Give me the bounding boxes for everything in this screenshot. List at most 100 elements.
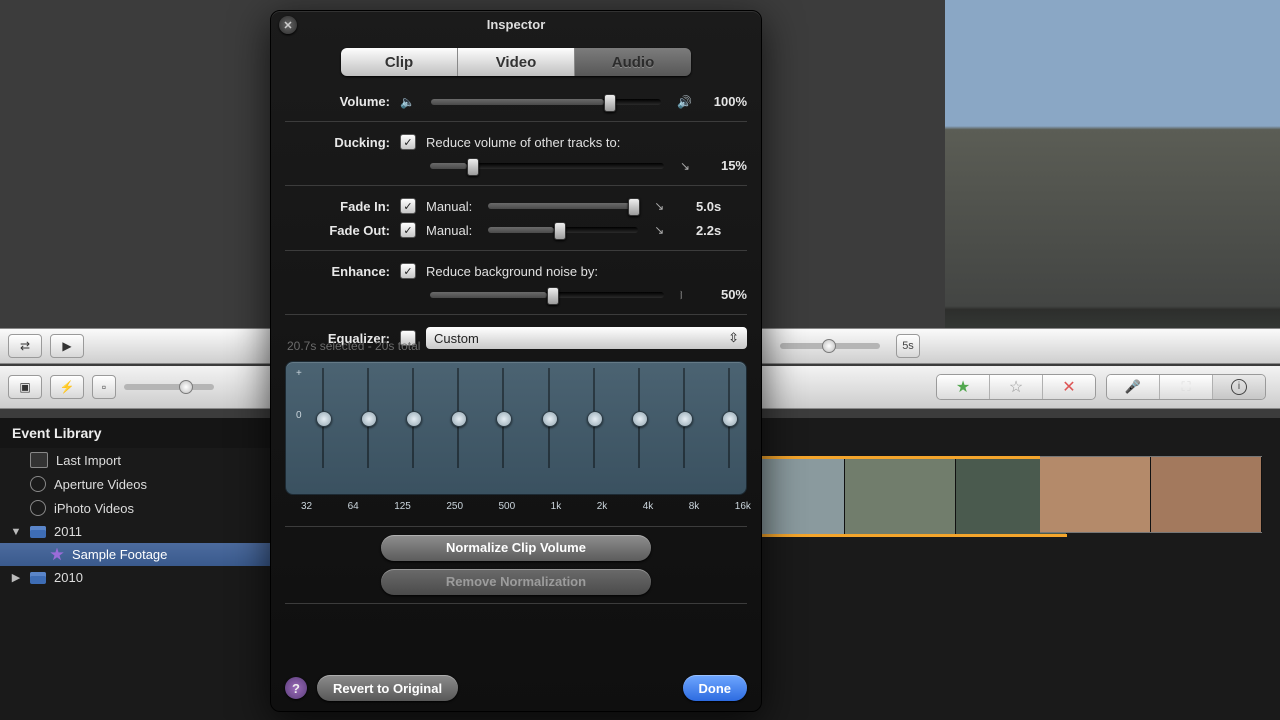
- event-library-sidebar: Event Library Last Import Aperture Video…: [0, 418, 270, 720]
- enhance-slider[interactable]: [430, 292, 664, 298]
- fadeout-slider[interactable]: [488, 227, 638, 233]
- normalize-button[interactable]: Normalize Clip Volume: [381, 535, 651, 561]
- speaker-high-icon: 🔊: [677, 95, 692, 109]
- favorite-button[interactable]: ★: [937, 375, 990, 399]
- fadeout-value: 2.2s: [676, 223, 721, 238]
- clip-thumb[interactable]: [845, 459, 956, 534]
- divider: [285, 121, 747, 122]
- ducking-value: 15%: [702, 158, 747, 173]
- sidebar-item-iphoto[interactable]: iPhoto Videos: [0, 496, 270, 520]
- eq-band-4k[interactable]: [632, 368, 646, 468]
- sidebar-item-2011[interactable]: ▼2011: [0, 520, 270, 543]
- inspector-title: ✕ Inspector: [271, 11, 761, 38]
- play-button[interactable]: ▶: [50, 334, 84, 358]
- eq-band-64[interactable]: [361, 368, 375, 468]
- help-button[interactable]: ?: [285, 677, 307, 699]
- chevron-updown-icon: ⇳: [728, 330, 739, 346]
- folder-icon: [30, 526, 46, 538]
- divider: [285, 250, 747, 251]
- voiceover-button[interactable]: 🎤: [1107, 375, 1160, 399]
- volume-value: 100%: [702, 94, 747, 109]
- selection-info: 20.7s selected - 20s total: [287, 339, 420, 353]
- camera-button[interactable]: ▣: [8, 375, 42, 399]
- fadeout-label: Fade Out:: [285, 223, 390, 238]
- import-icon: [30, 452, 48, 468]
- iphoto-icon: [30, 500, 46, 516]
- folder-icon: [30, 572, 46, 584]
- eq-band-500[interactable]: [496, 368, 510, 468]
- enhance-checkbox[interactable]: [400, 263, 416, 279]
- enhance-row: Enhance: Reduce background noise by:: [271, 259, 761, 283]
- eq-band-250[interactable]: [451, 368, 465, 468]
- sidebar-item-2010[interactable]: ▶2010: [0, 566, 270, 589]
- ducking-checkbox[interactable]: [400, 134, 416, 150]
- eq-band-1k[interactable]: [542, 368, 556, 468]
- divider: [285, 603, 747, 604]
- clip-thumb[interactable]: [1040, 457, 1151, 532]
- reset-icon[interactable]: ↘: [654, 199, 666, 213]
- equalizer-preset-select[interactable]: Custom⇳: [426, 327, 747, 349]
- done-button[interactable]: Done: [683, 675, 748, 701]
- crop-button[interactable]: ⛶: [1160, 375, 1213, 399]
- clip-thumbnails[interactable]: [1040, 456, 1262, 533]
- divider: [285, 185, 747, 186]
- tab-video[interactable]: Video: [458, 48, 575, 76]
- volume-label: Volume:: [285, 94, 390, 109]
- ducking-slider[interactable]: [430, 163, 664, 169]
- remove-normalization-button[interactable]: Remove Normalization: [381, 569, 651, 595]
- inspector-button[interactable]: i: [1213, 375, 1265, 399]
- revert-button[interactable]: Revert to Original: [317, 675, 458, 701]
- fadein-row: Fade In: Manual: ↘ 5.0s: [271, 194, 761, 218]
- ducking-desc: Reduce volume of other tracks to:: [426, 135, 620, 150]
- thumb-zoom-slider[interactable]: [124, 384, 214, 390]
- sidebar-item-aperture[interactable]: Aperture Videos: [0, 472, 270, 496]
- inspector-panel: ✕ Inspector Clip Video Audio Volume: 🔈 🔊…: [270, 10, 762, 712]
- swap-button[interactable]: ⇄: [8, 334, 42, 358]
- eq-band-8k[interactable]: [677, 368, 691, 468]
- fadein-manual-label: Manual:: [426, 199, 472, 214]
- sidebar-item-sample-footage[interactable]: Sample Footage: [0, 543, 270, 566]
- eq-band-32[interactable]: [316, 368, 330, 468]
- enhance-label: Enhance:: [285, 264, 390, 279]
- fadein-checkbox[interactable]: [400, 198, 416, 214]
- timeline-zoom-slider[interactable]: [780, 343, 880, 349]
- sidebar-item-last-import[interactable]: Last Import: [0, 448, 270, 472]
- enhance-desc: Reduce background noise by:: [426, 264, 598, 279]
- reset-icon[interactable]: ↘: [654, 223, 666, 237]
- fadein-slider[interactable]: [488, 203, 638, 209]
- volume-slider[interactable]: [431, 99, 661, 105]
- reset-icon[interactable]: ↘: [680, 159, 692, 173]
- rating-group: ★ ☆ ✕: [936, 374, 1096, 400]
- eq-band-16k[interactable]: [722, 368, 736, 468]
- reject-button[interactable]: ✕: [1043, 375, 1095, 399]
- fadeout-row: Fade Out: Manual: ↘ 2.2s: [271, 218, 761, 242]
- disclosure-right-icon: ▶: [10, 571, 22, 584]
- close-button[interactable]: ✕: [279, 16, 297, 34]
- action-button[interactable]: ⚡: [50, 375, 84, 399]
- edit-group: 🎤 ⛶ i: [1106, 374, 1266, 400]
- disclosure-down-icon: ▼: [10, 526, 22, 538]
- event-icon: [50, 548, 64, 562]
- eq-band-labels: 32 64 125 250 500 1k 2k 4k 8k 16k: [271, 499, 761, 518]
- aperture-icon: [30, 476, 46, 492]
- close-icon: ✕: [283, 19, 292, 32]
- enhance-slider-row: ⧘ 50%: [271, 283, 761, 306]
- fadein-label: Fade In:: [285, 199, 390, 214]
- inspector-footer: ? Revert to Original Done: [285, 675, 747, 701]
- eq-band-2k[interactable]: [587, 368, 601, 468]
- enhance-value: 50%: [702, 287, 747, 302]
- fadein-value: 5.0s: [676, 199, 721, 214]
- eq-axis-plus: +: [296, 368, 302, 379]
- preview-viewer: [945, 0, 1280, 360]
- thumb-size-button[interactable]: ▫: [92, 375, 116, 399]
- tab-audio[interactable]: Audio: [575, 48, 691, 76]
- ducking-row: Ducking: Reduce volume of other tracks t…: [271, 130, 761, 154]
- clip-thumb[interactable]: [1151, 457, 1262, 532]
- unmark-button[interactable]: ☆: [990, 375, 1043, 399]
- fadeout-checkbox[interactable]: [400, 222, 416, 238]
- sidebar-title: Event Library: [0, 418, 270, 448]
- tab-clip[interactable]: Clip: [341, 48, 458, 76]
- eq-band-125[interactable]: [406, 368, 420, 468]
- fadeout-manual-label: Manual:: [426, 223, 472, 238]
- waveform-icon: ⧘: [680, 288, 692, 302]
